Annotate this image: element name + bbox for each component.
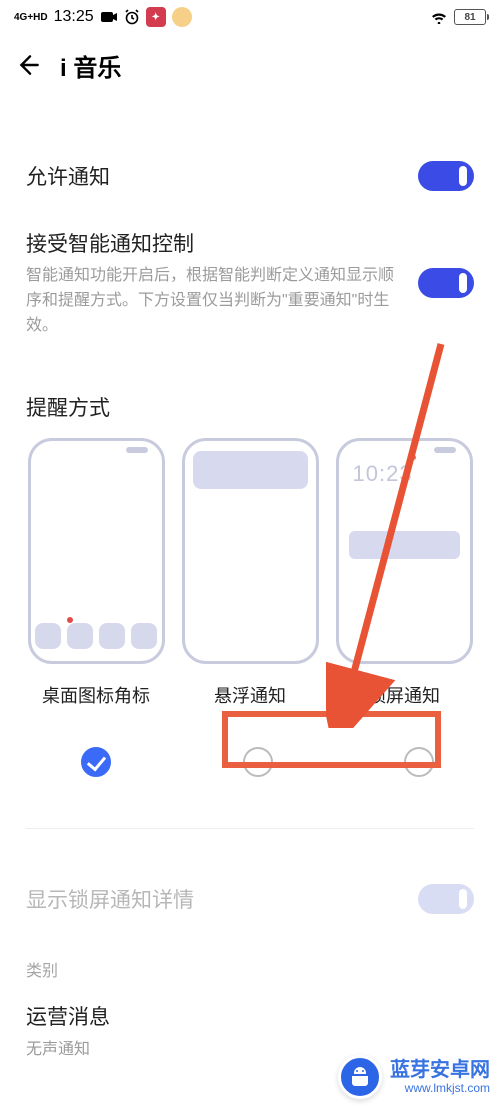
notch-icon [434,447,456,453]
app-icon [67,623,93,649]
check-lockscreen[interactable] [404,747,434,777]
row-show-lock-detail: 显示锁屏通知详情 [26,859,474,939]
lock-banner-icon [349,531,460,559]
page-title: i 音乐 [60,48,121,83]
row-label: 允许通知 [26,161,110,191]
status-right: 81 [430,9,486,25]
row-allow-notification[interactable]: 允许通知 [26,136,474,216]
phone-mock-lock: 10:23 [336,438,473,664]
lock-time-text: 10:23 [353,461,413,487]
app-icon [35,623,61,649]
method-lockscreen[interactable]: 10:23 锁屏通知 [334,438,474,708]
app-badge-cream-icon [172,7,192,27]
method-label: 桌面图标角标 [42,682,150,708]
wifi-icon [430,10,448,24]
method-floating[interactable]: 悬浮通知 [180,438,320,708]
watermark-text: 蓝芽安卓网 [390,1059,490,1082]
page-header: i 音乐 [0,34,500,96]
back-arrow-icon[interactable] [16,52,42,78]
row-description: 智能通知功能开启后，根据智能判断定义通知显示顺序和提醒方式。下方设置仅当判断为"… [26,264,402,338]
reminder-methods-title: 提醒方式 [26,358,474,438]
toggle-allow-notification[interactable] [418,161,474,191]
watermark: 蓝芽安卓网 www.lmkjst.com [338,1055,490,1099]
method-label: 悬浮通知 [214,682,286,708]
status-bar: 4G+HD 13:25 ✦ 81 [0,0,500,34]
category-label: 类别 [0,939,500,995]
ops-message-title: 运营消息 [26,1001,474,1031]
method-label: 锁屏通知 [368,682,440,708]
row-label: 显示锁屏通知详情 [26,884,194,914]
dock-row [31,623,162,649]
floating-banner-icon [193,451,308,489]
phone-mock-floating [182,438,319,664]
row-smart-control[interactable]: 接受智能通知控制 智能通知功能开启后，根据智能判断定义通知显示顺序和提醒方式。下… [26,216,474,358]
phone-mock-badge [28,438,165,664]
network-indicator: 4G+HD [14,13,48,22]
app-icon [99,623,125,649]
battery-indicator: 81 [454,9,486,25]
app-icon [131,623,157,649]
app-badge-red-icon: ✦ [146,7,166,27]
watermark-url: www.lmkjst.com [405,1082,490,1096]
row-label: 接受智能通知控制 [26,228,402,258]
check-desktop-badge[interactable] [81,747,111,777]
notch-icon [126,447,148,453]
method-check-row [26,738,474,786]
check-floating[interactable] [243,747,273,777]
toggle-smart-control[interactable] [418,268,474,298]
camera-icon [100,10,118,24]
clock-alarm-icon [124,9,140,25]
toggle-show-lock-detail [418,884,474,914]
status-left: 4G+HD 13:25 ✦ [14,7,192,27]
watermark-logo-icon [338,1055,382,1099]
method-desktop-badge[interactable]: 桌面图标角标 [26,438,166,708]
clock: 13:25 [54,8,94,26]
reminder-methods-row: 桌面图标角标 悬浮通知 10:23 锁屏通知 [26,438,474,708]
